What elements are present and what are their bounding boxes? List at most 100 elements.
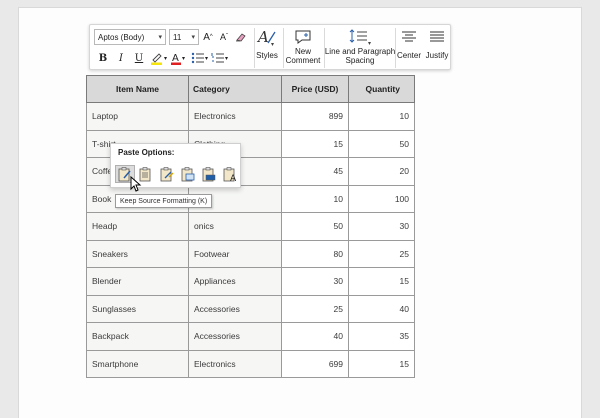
chevron-down-icon: ▾ [164,55,168,62]
cell-category[interactable]: onics [188,212,282,241]
styles-button[interactable]: A ▾ Styles [254,27,280,60]
table-row: Smartphone Electronics 699 15 [86,349,415,378]
new-comment-button[interactable]: New Comment [284,27,322,65]
chevron-down-icon: ▾ [158,34,162,41]
cell-quantity[interactable]: 35 [348,322,415,351]
cell-price[interactable]: 30 [281,267,349,296]
table-row: Sneakers Footwear 80 25 [86,239,415,268]
justify-button[interactable]: Justify [423,27,451,60]
paste-tooltip: Keep Source Formatting (K) [115,194,213,208]
table-row: Laptop Electronics 899 10 [86,102,415,131]
cell-price[interactable]: 40 [281,322,349,351]
font-row: Aptos (Body) ▾ 11 ▾ A ^ Aˇ [94,29,247,45]
cell-item-name[interactable]: Sunglasses [86,294,189,323]
svg-text:A: A [172,53,179,64]
font-color-button[interactable]: A ▾ [170,50,185,66]
cell-quantity[interactable]: 15 [348,267,415,296]
cell-quantity[interactable]: 50 [348,129,415,158]
cell-category[interactable]: Footwear [188,239,282,268]
eraser-icon [236,33,246,42]
cell-item-name[interactable]: Backpack [86,322,189,351]
cell-price[interactable]: 80 [281,239,349,268]
shrink-font-button[interactable]: Aˇ [217,29,231,45]
bullets-icon [191,52,205,64]
paste-picture-icon[interactable] [178,165,198,183]
mini-toolbar: Aptos (Body) ▾ 11 ▾ A^ Aˇ B I U ▾ A ▾ ▾ [89,24,451,70]
cell-item-name[interactable]: Headp [86,212,189,241]
merge-formatting-icon[interactable] [157,165,177,183]
numbering-icon [211,53,225,63]
highlighter-icon [151,53,162,65]
highlight-button[interactable]: ▾ [150,50,167,66]
cell-category[interactable]: Electronics [188,349,282,378]
svg-text:A: A [256,28,269,46]
cell-price[interactable]: 25 [281,294,349,323]
cell-category[interactable]: Appliances [188,267,282,296]
center-button[interactable]: Center [395,27,423,60]
cell-price[interactable]: 899 [281,102,349,131]
header-price[interactable]: Price (USD) [281,75,349,103]
data-table[interactable]: Item Name Category Price (USD) Quantity … [86,75,415,378]
bold-button[interactable]: B [96,50,110,66]
underline-button[interactable]: U [132,50,146,66]
header-quantity[interactable]: Quantity [348,75,415,103]
cell-item-name[interactable]: Laptop [86,102,189,131]
cell-item-name[interactable]: Blender [86,267,189,296]
header-category[interactable]: Category [188,75,282,103]
svg-text:A: A [230,174,237,182]
align-justify-icon [429,27,445,47]
font-size-dropdown[interactable]: 11 ▾ [169,29,199,45]
cell-quantity[interactable]: 25 [348,239,415,268]
font-name-value: Aptos (Body) [98,32,145,42]
font-name-dropdown[interactable]: Aptos (Body) ▾ [94,29,166,45]
line-spacing-button[interactable]: ▾ Line and Paragraph Spacing [324,27,396,65]
table-header-row: Item Name Category Price (USD) Quantity [86,75,415,103]
cell-price[interactable]: 50 [281,212,349,241]
cell-item-name[interactable]: Smartphone [86,349,189,378]
cell-price[interactable]: 10 [281,184,349,213]
cell-category[interactable]: Accessories [188,294,282,323]
header-item-name[interactable]: Item Name [86,75,189,103]
chevron-down-icon: ▾ [225,55,229,62]
comment-icon [294,27,312,47]
chevron-down-icon: ▾ [205,55,209,62]
new-comment-label: New Comment [285,47,321,65]
font-size-value: 11 [173,32,182,42]
table-row: Blender Appliances 30 15 [86,267,415,296]
cell-quantity[interactable]: 10 [348,102,415,131]
cell-quantity[interactable]: 15 [348,349,415,378]
line-spacing-icon: ▾ [348,27,372,47]
numbering-button[interactable]: ▾ [211,50,228,66]
paste-link-icon[interactable] [199,165,219,183]
keep-text-only-icon[interactable]: A [220,165,240,183]
svg-text:▾: ▾ [368,41,371,46]
styles-label: Styles [256,51,278,60]
cell-item-name[interactable]: Sneakers [86,239,189,268]
cell-quantity[interactable]: 30 [348,212,415,241]
format-row: B I U ▾ A ▾ ▾ ▾ [94,50,228,66]
cell-quantity[interactable]: 20 [348,157,415,186]
table-row: Sunglasses Accessories 25 40 [86,294,415,323]
cell-category[interactable]: Accessories [188,322,282,351]
center-label: Center [396,51,421,60]
clear-formatting-button[interactable] [233,29,247,45]
cell-price[interactable]: 699 [281,349,349,378]
cell-price[interactable]: 45 [281,157,349,186]
italic-button[interactable]: I [114,50,128,66]
table-row: Backpack Accessories 40 35 [86,322,415,351]
svg-text:▾: ▾ [271,42,274,47]
mouse-cursor-icon [130,176,142,192]
cell-quantity[interactable]: 100 [348,184,415,213]
paste-options-title: Paste Options: [118,148,175,157]
cell-price[interactable]: 15 [281,129,349,158]
chevron-down-icon: ▾ [182,55,186,62]
cell-category[interactable]: Electronics [188,102,282,131]
chevron-down-icon: ▾ [191,34,195,41]
table-row: Headp onics 50 30 [86,212,415,241]
cell-quantity[interactable]: 40 [348,294,415,323]
bullets-button[interactable]: ▾ [191,50,208,66]
grow-font-button[interactable]: A ^ [201,29,215,45]
font-color-icon: A [171,53,182,65]
styles-icon: A ▾ [256,27,278,47]
line-spacing-label: Line and Paragraph Spacing [324,47,396,65]
